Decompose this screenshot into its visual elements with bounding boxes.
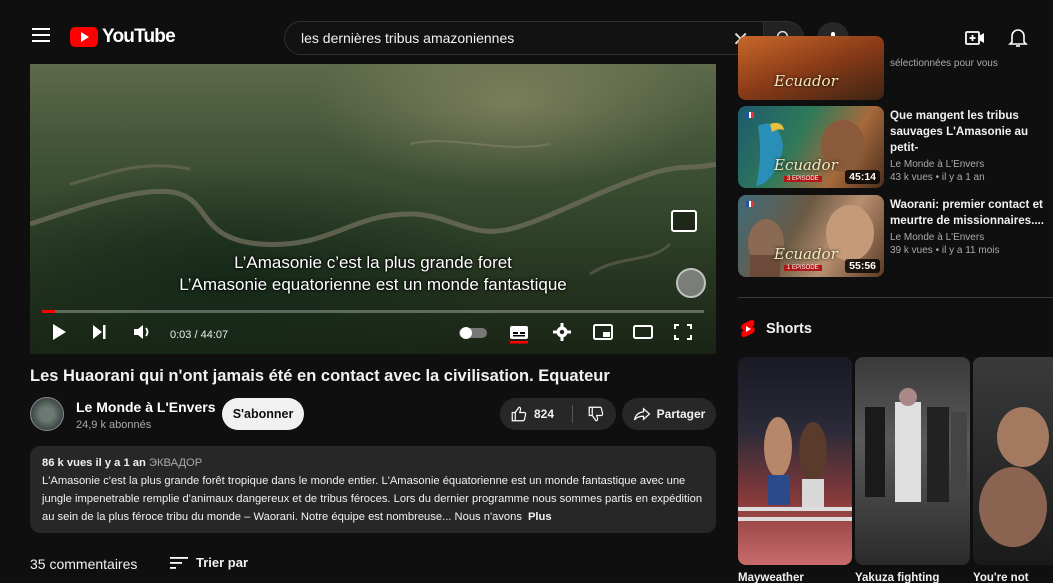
recommendation-info: Waorani: premier contact et meurtre de m… [890, 197, 1053, 256]
recommendation-subtext: sélectionnées pour vous [890, 58, 998, 69]
sort-comments-button[interactable]: Trier par [170, 555, 248, 570]
video-title: Les Huaorani qui n'ont jamais été en con… [30, 367, 610, 385]
thumbs-down-icon [588, 406, 604, 422]
like-button[interactable]: 824 [500, 398, 572, 430]
description-box[interactable]: 86 k vues il y a 1 an ЭКВАДОР L'Amasonie… [30, 446, 716, 533]
volume-icon[interactable] [132, 322, 152, 342]
share-button[interactable]: Partager [622, 398, 716, 430]
video-duration: 45:14 [845, 170, 880, 184]
theater-mode-icon[interactable] [632, 322, 654, 342]
like-dislike-group: 824 [500, 398, 616, 430]
short-title: Mayweather [738, 572, 804, 583]
subscriber-count: 24,9 k abonnés [76, 419, 152, 431]
shorts-label: Shorts [766, 321, 812, 337]
fullscreen-icon[interactable] [672, 322, 694, 342]
recommendation-channel: Le Monde à L'Envers [890, 232, 985, 243]
recommendation-thumbnail: Ecuador [738, 36, 884, 100]
play-icon[interactable] [50, 322, 68, 342]
description-meta: 86 k vues il y a 1 an ЭКВАДОР [42, 454, 704, 472]
recommendation-meta: 43 k vues • il y a 1 an [890, 172, 985, 183]
create-button[interactable] [963, 26, 987, 50]
autoplay-toggle[interactable] [458, 326, 488, 340]
thumbnail-title-text: Ecuador [774, 245, 838, 263]
video-player[interactable]: L’Amasonie c’est la plus grande foret L’… [30, 64, 716, 354]
menu-icon[interactable] [32, 28, 50, 42]
video-duration: 55:56 [845, 259, 880, 273]
next-icon[interactable] [90, 322, 108, 342]
share-label: Partager [656, 407, 706, 421]
thumbnail-title-text: Ecuador [774, 72, 838, 90]
recommendation-meta: 39 k vues • il y a 11 mois [890, 245, 1000, 256]
short-thumbnail [865, 388, 967, 502]
short-title: You're not [973, 572, 1029, 583]
shorts-icon [741, 319, 755, 338]
sort-label: Trier par [196, 555, 249, 570]
views-and-date: 86 k vues il y a 1 an [42, 457, 146, 469]
channel-avatar[interactable] [30, 397, 64, 431]
thumbnail-episode-text: 3 EPISODE [784, 176, 822, 182]
youtube-play-icon [70, 27, 98, 47]
thumbs-up-icon [511, 406, 527, 422]
description-text: L'Amasonie c'est la plus grande forêt tr… [42, 472, 704, 526]
share-arrow-icon [633, 407, 651, 421]
caption-line-2: L’Amasonie equatorienne est un monde fan… [179, 275, 567, 294]
recommendation-thumbnail: Ecuador 1 EPISODE 55:56 [738, 195, 884, 277]
short-item[interactable] [855, 357, 970, 565]
short-item[interactable] [973, 357, 1053, 565]
progress-fill [42, 310, 56, 313]
short-title: Yakuza fighting [855, 572, 940, 583]
comments-count: 35 commentaires [30, 556, 138, 572]
recommendation-title: Waorani: premier contact et meurtre de m… [890, 198, 1044, 227]
shorts-header: Shorts [740, 319, 812, 339]
progress-bar[interactable] [42, 310, 704, 313]
caption-line-1: L’Amasonie c’est la plus grande foret [234, 253, 512, 272]
short-thumbnail [979, 407, 1049, 547]
recommendation-thumbnail: Ecuador 3 EPISODE 45:14 [738, 106, 884, 188]
subtitles-icon[interactable] [508, 322, 530, 344]
cast-icon[interactable] [671, 210, 697, 232]
likes-divider [572, 405, 573, 423]
channel-name[interactable]: Le Monde à L'Envers [76, 399, 215, 415]
like-count: 824 [534, 407, 555, 421]
bell-icon [1008, 29, 1028, 47]
show-more-button[interactable]: Plus [528, 511, 552, 523]
search-box: ✕ [284, 21, 764, 55]
recommendation-title: Que mangent les tribus sauvages L'Amason… [890, 109, 1029, 154]
miniplayer-icon[interactable] [592, 322, 614, 342]
subscribe-button[interactable]: S'abonner [222, 398, 304, 430]
thumbnail-episode-text: 1 EPISODE [784, 265, 822, 271]
short-item[interactable] [738, 357, 852, 565]
recommendation-info: Que mangent les tribus sauvages L'Amason… [890, 108, 1053, 183]
notifications-button[interactable] [1006, 25, 1030, 49]
player-controls: 0:03 / 44:07 [30, 318, 716, 354]
search-input[interactable] [301, 30, 721, 46]
description-body: L'Amasonie c'est la plus grande forêt tr… [42, 475, 703, 523]
short-thumbnail [738, 417, 852, 521]
channel-watermark[interactable] [676, 268, 706, 298]
recommendation-channel: Le Monde à L'Envers [890, 159, 985, 170]
dislike-button[interactable] [578, 398, 614, 430]
sort-icon [170, 556, 188, 569]
subtitles: L’Amasonie c’est la plus grande foret L’… [30, 252, 716, 296]
time-display: 0:03 / 44:07 [170, 329, 229, 341]
hashtag[interactable]: ЭКВАДОР [149, 457, 202, 469]
recommendation-info: sélectionnées pour vous [890, 56, 1053, 69]
sidebar-divider [738, 297, 1053, 298]
settings-gear-icon[interactable] [552, 322, 572, 342]
create-video-icon [965, 31, 984, 45]
thumbnail-title-text: Ecuador [774, 156, 838, 174]
youtube-logo[interactable]: YouTube [70, 26, 176, 48]
